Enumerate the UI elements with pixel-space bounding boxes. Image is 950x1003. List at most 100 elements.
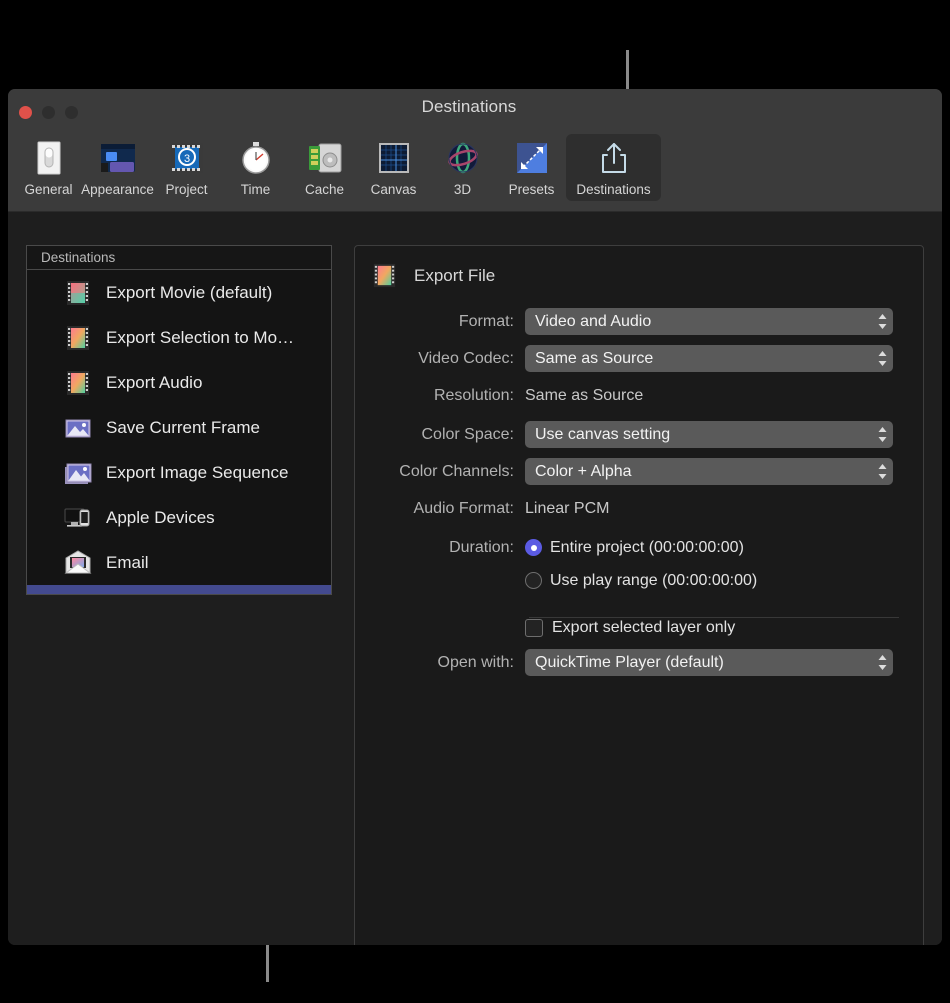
duration-option-label: Entire project (00:00:00:00) <box>550 539 744 557</box>
three-d-icon <box>446 138 480 178</box>
list-item-save-current-frame[interactable]: Save Current Frame <box>27 405 331 450</box>
destinations-icon <box>598 138 630 178</box>
window-titlebar: Destinations <box>8 89 942 134</box>
open-with-select[interactable]: QuickTime Player (default) <box>525 649 893 676</box>
list-item-label: Export Movie (default) <box>106 283 272 303</box>
destinations-list[interactable]: Export Movie (default) Export Selection … <box>26 270 332 595</box>
screenshot-stage: Destinations General Appearance 3 Pr <box>0 0 950 1003</box>
duration-option-play-range[interactable]: Use play range (00:00:00:00) <box>525 572 757 590</box>
toolbar-item-appearance[interactable]: Appearance <box>83 134 152 201</box>
resolution-value: Same as Source <box>525 387 643 405</box>
email-icon <box>64 549 92 577</box>
color-space-select[interactable]: Use canvas setting <box>525 421 893 448</box>
list-item-email[interactable]: Email <box>27 540 331 585</box>
presets-icon <box>516 138 548 178</box>
chevron-updown-icon <box>877 425 888 444</box>
chevron-updown-icon <box>877 653 888 672</box>
list-item-export-movie[interactable]: Export Movie (default) <box>27 270 331 315</box>
field-label: Video Codec: <box>355 350 525 368</box>
section-divider <box>529 617 899 618</box>
toolbar-label: Canvas <box>371 182 417 197</box>
toolbar-label: Appearance <box>81 182 154 197</box>
toolbar-item-presets[interactable]: Presets <box>497 134 566 201</box>
color-channels-select[interactable]: Color + Alpha <box>525 458 893 485</box>
preferences-body: Destinations Export Movie (default) Expo… <box>8 212 942 945</box>
preferences-window: Destinations General Appearance 3 Pr <box>8 89 942 945</box>
canvas-icon <box>378 138 410 178</box>
export-selected-layer-label: Export selected layer only <box>552 619 735 637</box>
field-label: Color Channels: <box>355 463 525 481</box>
video-codec-select[interactable]: Same as Source <box>525 345 893 372</box>
radio-unselected-icon[interactable] <box>525 572 542 589</box>
toolbar-label: Presets <box>509 182 555 197</box>
toolbar-label: Destinations <box>576 182 650 197</box>
devices-icon <box>64 504 92 532</box>
toolbar-item-time[interactable]: Time <box>221 134 290 201</box>
appearance-icon <box>100 138 136 178</box>
list-item-label: Apple Devices <box>106 508 215 528</box>
project-icon: 3 <box>170 138 204 178</box>
list-item-export-file[interactable]: Export File <box>27 585 331 595</box>
field-color-space: Color Space: Use canvas setting <box>355 420 923 449</box>
export-selected-layer-checkbox-row[interactable]: Export selected layer only <box>525 619 735 637</box>
field-label: Duration: <box>355 539 525 557</box>
field-label: Open with: <box>355 654 525 672</box>
field-format: Format: Video and Audio <box>355 307 923 336</box>
list-item-apple-devices[interactable]: Apple Devices <box>27 495 331 540</box>
duration-option-entire-project[interactable]: Entire project (00:00:00:00) <box>525 539 744 557</box>
toolbar-item-cache[interactable]: Cache <box>290 134 359 201</box>
field-video-codec: Video Codec: Same as Source <box>355 344 923 373</box>
field-label: Format: <box>355 313 525 331</box>
detail-title: Export File <box>414 266 495 286</box>
preferences-toolbar: General Appearance 3 Project Time <box>8 134 942 212</box>
sidebar-header-label: Destinations <box>41 250 115 265</box>
chevron-updown-icon <box>877 349 888 368</box>
window-title: Destinations <box>8 97 942 117</box>
export-settings-form: Format: Video and Audio Video Codec: Sam… <box>355 307 923 677</box>
checkbox-icon[interactable] <box>525 619 543 637</box>
form-divider-wrap <box>355 601 923 613</box>
toolbar-label: 3D <box>454 182 471 197</box>
toolbar-item-general[interactable]: General <box>14 134 83 201</box>
window-title-text: Destinations <box>422 97 517 116</box>
toolbar-label: Time <box>241 182 271 197</box>
toolbar-label: Project <box>165 182 207 197</box>
film-strip-icon <box>64 324 92 352</box>
time-icon <box>240 138 272 178</box>
radio-selected-icon[interactable] <box>525 539 542 556</box>
open-with-value: QuickTime Player (default) <box>535 654 724 672</box>
color-space-value: Use canvas setting <box>535 426 670 444</box>
list-item-label: Export Image Sequence <box>106 463 288 483</box>
duration-option-label: Use play range (00:00:00:00) <box>550 572 757 590</box>
field-label: Resolution: <box>355 387 525 405</box>
list-item-export-image-sequence[interactable]: Export Image Sequence <box>27 450 331 495</box>
toolbar-item-project[interactable]: 3 Project <box>152 134 221 201</box>
field-duration-secondary: Use play range (00:00:00:00) <box>355 566 923 595</box>
format-select[interactable]: Video and Audio <box>525 308 893 335</box>
film-strip-icon <box>64 279 92 307</box>
svg-text:3: 3 <box>183 153 189 165</box>
toolbar-label: Cache <box>305 182 344 197</box>
field-duration: Duration: Entire project (00:00:00:00) <box>355 533 923 562</box>
film-strip-icon <box>371 262 398 289</box>
toolbar-item-3d[interactable]: 3D <box>428 134 497 201</box>
list-item-export-audio[interactable]: Export Audio <box>27 360 331 405</box>
audio-format-value: Linear PCM <box>525 500 609 518</box>
chevron-updown-icon <box>877 312 888 331</box>
toolbar-item-destinations[interactable]: Destinations <box>566 134 661 201</box>
list-item-label: Save Current Frame <box>106 418 260 438</box>
field-open-with: Open with: QuickTime Player (default) <box>355 648 923 677</box>
general-icon <box>34 138 64 178</box>
image-icon <box>64 414 92 442</box>
field-resolution: Resolution: Same as Source <box>355 381 923 410</box>
toolbar-item-canvas[interactable]: Canvas <box>359 134 428 201</box>
video-codec-value: Same as Source <box>535 350 653 368</box>
film-strip-icon <box>64 594 92 596</box>
cache-icon <box>308 138 342 178</box>
field-audio-format: Audio Format: Linear PCM <box>355 494 923 523</box>
film-strip-icon <box>64 369 92 397</box>
destination-detail-pane: Export File Format: Video and Audio <box>354 245 924 945</box>
list-item-label: Export Audio <box>106 373 202 393</box>
list-item-export-selection[interactable]: Export Selection to Mo… <box>27 315 331 360</box>
image-stack-icon <box>64 459 92 487</box>
